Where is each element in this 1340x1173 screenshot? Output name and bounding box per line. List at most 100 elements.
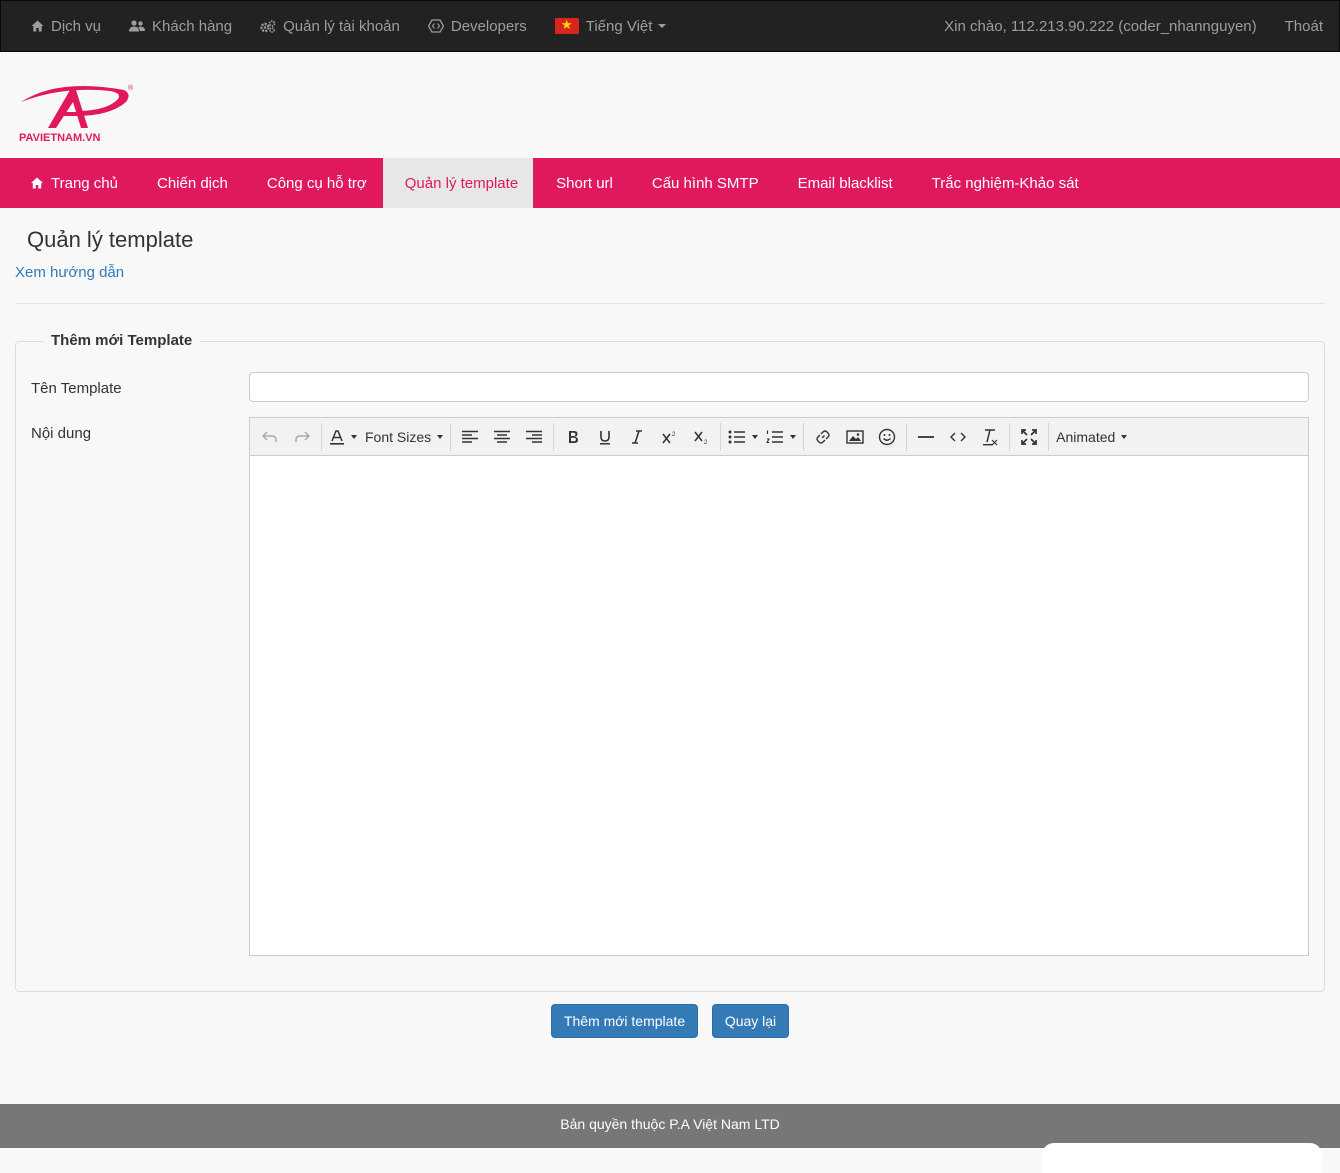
code-icon xyxy=(427,19,444,33)
nav-smtp-config[interactable]: Cấu hình SMTP xyxy=(629,158,775,208)
chevron-down-icon xyxy=(351,434,357,439)
nav-template-management-label: Quản lý template xyxy=(404,174,519,192)
text-color-icon xyxy=(330,429,344,445)
font-sizes-dropdown[interactable]: Font Sizes xyxy=(361,422,447,452)
user-greeting[interactable]: Xin chào, 112.213.90.222 (coder_nhannguy… xyxy=(930,1,1270,51)
underline-icon xyxy=(600,430,611,444)
smiley-icon xyxy=(878,428,896,445)
template-name-input[interactable] xyxy=(249,372,1309,402)
underline-button[interactable] xyxy=(589,422,621,452)
top-nav-right: Xin chào, 112.213.90.222 (coder_nhannguy… xyxy=(930,1,1339,51)
nav-email-blacklist[interactable]: Email blacklist xyxy=(775,158,909,208)
top-nav-developers[interactable]: Developers xyxy=(414,1,541,51)
logo-text: PAVIETNAM.VN xyxy=(19,132,101,144)
nav-campaigns[interactable]: Chiến dịch xyxy=(134,158,244,208)
top-nav-left: Dịch vụ Khách hàng Quản lý tài khoản Dev… xyxy=(1,1,680,51)
nav-template-management[interactable]: Quản lý template xyxy=(382,158,534,208)
source-code-button[interactable] xyxy=(942,422,974,452)
user-greeting-text: Xin chào, 112.213.90.222 (coder_nhannguy… xyxy=(944,17,1257,35)
align-right-icon xyxy=(526,430,543,443)
content-label: Nội dung xyxy=(31,425,92,442)
main-navbar: Trang chủ Chiến dịch Công cụ hỗ trợ Quản… xyxy=(0,158,1340,208)
cogs-icon xyxy=(260,19,276,33)
bullet-list-button[interactable] xyxy=(724,422,762,452)
italic-button[interactable] xyxy=(621,422,653,452)
align-left-icon xyxy=(462,430,479,443)
nav-tools[interactable]: Công cụ hỗ trợ xyxy=(244,158,383,208)
align-right-button[interactable] xyxy=(518,422,550,452)
align-center-icon xyxy=(494,430,511,443)
undo-icon xyxy=(262,430,277,442)
nav-survey[interactable]: Trắc nghiệm-Khảo sát xyxy=(909,158,1095,208)
superscript-icon: 2 xyxy=(662,432,676,443)
nav-smtp-config-label: Cấu hình SMTP xyxy=(651,174,759,192)
divider xyxy=(15,303,1325,304)
nav-short-url-label: Short url xyxy=(556,174,613,192)
users-icon xyxy=(129,20,146,32)
nav-home[interactable]: Trang chủ xyxy=(14,158,134,208)
nav-email-blacklist-label: Email blacklist xyxy=(797,174,893,192)
language-dropdown[interactable]: Tiếng Việt xyxy=(541,1,681,51)
vietnam-flag-icon xyxy=(554,17,579,34)
svg-text:®: ® xyxy=(128,84,134,92)
font-sizes-label: Font Sizes xyxy=(365,428,432,445)
top-nav-services-label: Dịch vụ xyxy=(51,17,102,35)
chevron-down-icon xyxy=(658,24,667,28)
copyright-text: Bản quyền thuộc P.A Việt Nam LTD xyxy=(560,1116,780,1132)
chevron-down-icon xyxy=(790,434,797,439)
top-navbar: Dịch vụ Khách hàng Quản lý tài khoản Dev… xyxy=(0,0,1340,52)
top-nav-developers-label: Developers xyxy=(450,17,527,35)
bold-icon xyxy=(569,430,579,443)
horizontal-rule-icon xyxy=(918,435,935,438)
back-button[interactable]: Quay lại xyxy=(712,1004,789,1038)
redo-button[interactable] xyxy=(286,422,318,452)
guide-link[interactable]: Xem hướng dẫn xyxy=(15,264,124,281)
insert-image-button[interactable] xyxy=(839,422,871,452)
clear-formatting-button[interactable] xyxy=(974,422,1006,452)
redo-icon xyxy=(295,430,310,442)
nav-short-url[interactable]: Short url xyxy=(533,158,629,208)
top-nav-services[interactable]: Dịch vụ xyxy=(17,1,115,51)
align-center-button[interactable] xyxy=(486,422,518,452)
align-left-button[interactable] xyxy=(454,422,486,452)
undo-button[interactable] xyxy=(254,422,286,452)
animated-dropdown[interactable]: Animated xyxy=(1052,422,1131,452)
chevron-down-icon xyxy=(752,434,759,439)
superscript-button[interactable]: 2 xyxy=(653,422,685,452)
numbered-list-button[interactable] xyxy=(762,422,800,452)
italic-icon xyxy=(632,429,643,444)
subscript-button[interactable]: 2 xyxy=(685,422,717,452)
top-nav-customers[interactable]: Khách hàng xyxy=(115,1,246,51)
emoticon-button[interactable] xyxy=(871,422,903,452)
svg-text:2: 2 xyxy=(704,440,708,445)
top-nav-account[interactable]: Quản lý tài khoản xyxy=(246,1,414,51)
fullscreen-button[interactable] xyxy=(1013,422,1045,452)
nav-campaigns-label: Chiến dịch xyxy=(156,174,228,192)
fullscreen-icon xyxy=(1021,428,1037,445)
insert-link-button[interactable] xyxy=(807,422,839,452)
add-template-button[interactable]: Thêm mới template xyxy=(551,1004,698,1038)
nav-tools-label: Công cụ hỗ trợ xyxy=(266,174,367,192)
code-icon xyxy=(950,432,967,441)
clear-format-icon xyxy=(983,428,998,445)
template-name-label: Tên Template xyxy=(31,380,122,397)
home-icon xyxy=(31,20,44,32)
fieldset-legend: Thêm mới Template xyxy=(43,332,201,349)
svg-text:2: 2 xyxy=(672,432,676,438)
pavietnam-logo[interactable]: ® PAVIETNAM.VN xyxy=(18,80,138,144)
page-title: Quản lý template xyxy=(27,227,194,252)
chevron-down-icon xyxy=(1121,434,1128,439)
bullet-list-icon xyxy=(728,430,746,443)
top-nav-customers-label: Khách hàng xyxy=(152,17,233,35)
footer: Bản quyền thuộc P.A Việt Nam LTD xyxy=(0,1104,1340,1148)
text-color-button[interactable] xyxy=(325,422,361,452)
logout-link[interactable]: Thoát xyxy=(1271,1,1337,51)
editor-content-area[interactable] xyxy=(250,456,1308,955)
numbered-list-icon xyxy=(766,430,784,443)
link-icon xyxy=(816,429,830,444)
bold-button[interactable] xyxy=(557,422,589,452)
chevron-down-icon xyxy=(437,434,444,439)
horizontal-rule-button[interactable] xyxy=(910,422,942,452)
subscript-icon: 2 xyxy=(694,431,708,445)
editor-toolbar: Font Sizes 2 2 Animated xyxy=(250,418,1308,456)
